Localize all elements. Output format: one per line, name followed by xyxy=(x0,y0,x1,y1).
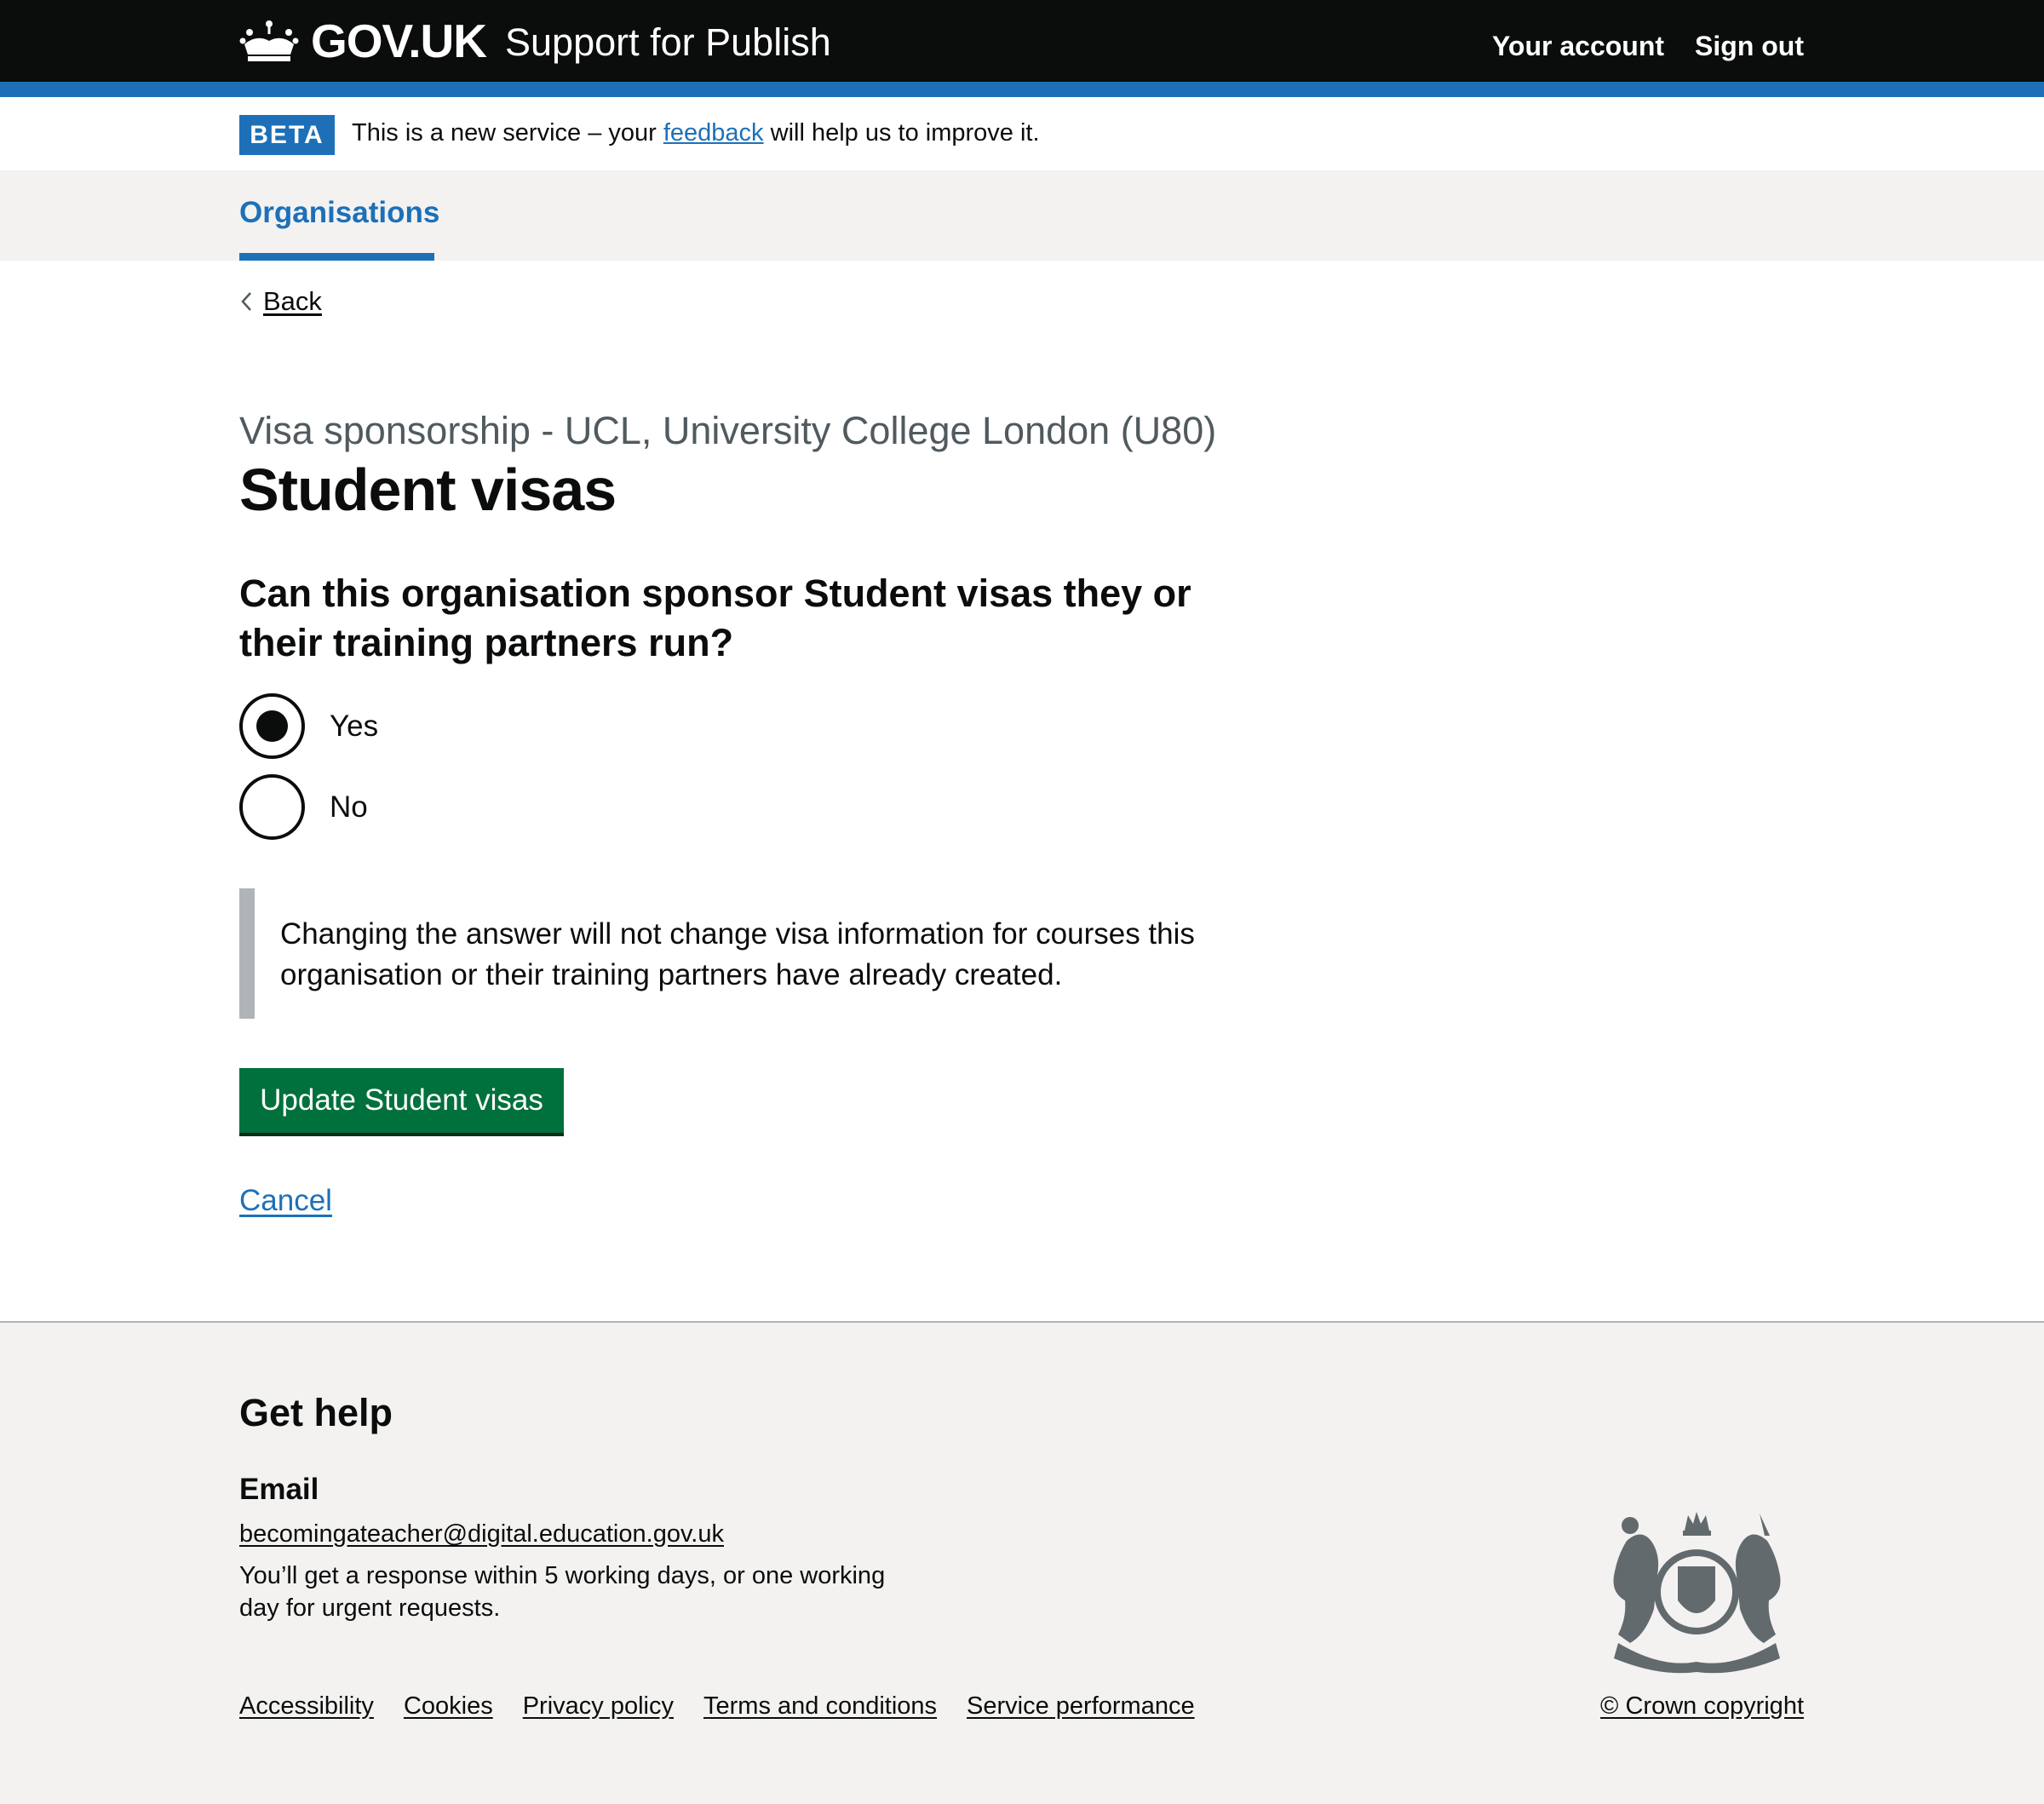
site-header: GOV.UK Support for Publish Your account … xyxy=(0,0,2044,82)
service-name-link[interactable]: Support for Publish xyxy=(505,20,831,65)
feedback-link[interactable]: feedback xyxy=(663,119,764,147)
phase-banner-text: This is a new service – your feedback wi… xyxy=(352,119,1040,147)
sign-out-link[interactable]: Sign out xyxy=(1695,31,1804,62)
email-heading: Email xyxy=(239,1473,319,1506)
radio-button-yes[interactable] xyxy=(239,693,305,759)
footer-link-terms[interactable]: Terms and conditions xyxy=(703,1692,937,1721)
radio-label-yes: Yes xyxy=(330,709,379,743)
phase-text-after: will help us to improve it. xyxy=(763,119,1040,147)
govuk-logo-text: GOV.UK xyxy=(311,14,487,67)
inset-text: Changing the answer will not change visa… xyxy=(239,888,1227,1019)
your-account-link[interactable]: Your account xyxy=(1492,31,1664,62)
radio-no[interactable]: No xyxy=(239,774,368,840)
footer-link-privacy-policy[interactable]: Privacy policy xyxy=(523,1692,674,1721)
footer-link-service-performance[interactable]: Service performance xyxy=(967,1692,1195,1721)
footer-links: Accessibility Cookies Privacy policy Ter… xyxy=(239,1692,1195,1721)
footer-link-accessibility[interactable]: Accessibility xyxy=(239,1692,374,1721)
cancel-link[interactable]: Cancel xyxy=(239,1184,332,1218)
phase-banner: BETA This is a new service – your feedba… xyxy=(0,97,2044,170)
question-legend: Can this organisation sponsor Student vi… xyxy=(239,572,1191,664)
back-link-label: Back xyxy=(263,286,322,316)
crown-copyright-link[interactable]: © Crown copyright xyxy=(1600,1692,1804,1721)
primary-navigation: Organisations xyxy=(0,170,2044,261)
header-nav: Your account Sign out xyxy=(1492,31,1804,62)
phase-text-before: This is a new service – your xyxy=(352,119,663,147)
back-link[interactable]: Back xyxy=(239,286,322,317)
royal-coat-of-arms-icon xyxy=(1613,1512,1781,1674)
page-title: Student visas xyxy=(239,457,617,523)
nav-item-organisations[interactable]: Organisations xyxy=(239,196,439,230)
active-nav-indicator xyxy=(239,253,434,261)
header-blue-bar xyxy=(0,82,2044,97)
support-email-link[interactable]: becomingateacher@digital.education.gov.u… xyxy=(239,1520,724,1548)
beta-tag: BETA xyxy=(239,115,335,155)
radio-button-no[interactable] xyxy=(239,774,305,840)
site-footer: Get help Email becomingateacher@digital.… xyxy=(0,1321,2044,1804)
get-help-heading: Get help xyxy=(239,1391,393,1434)
footer-link-cookies[interactable]: Cookies xyxy=(404,1692,493,1721)
chevron-left-icon xyxy=(241,292,251,311)
radio-yes[interactable]: Yes xyxy=(239,693,378,759)
update-student-visas-button[interactable]: Update Student visas xyxy=(239,1068,564,1133)
response-time-text: You’ll get a response within 5 working d… xyxy=(239,1562,886,1622)
page-caption: Visa sponsorship - UCL, University Colle… xyxy=(239,409,1217,452)
crown-icon xyxy=(239,20,299,61)
radio-label-no: No xyxy=(330,790,368,824)
govuk-logo-link[interactable]: GOV.UK xyxy=(239,14,487,67)
